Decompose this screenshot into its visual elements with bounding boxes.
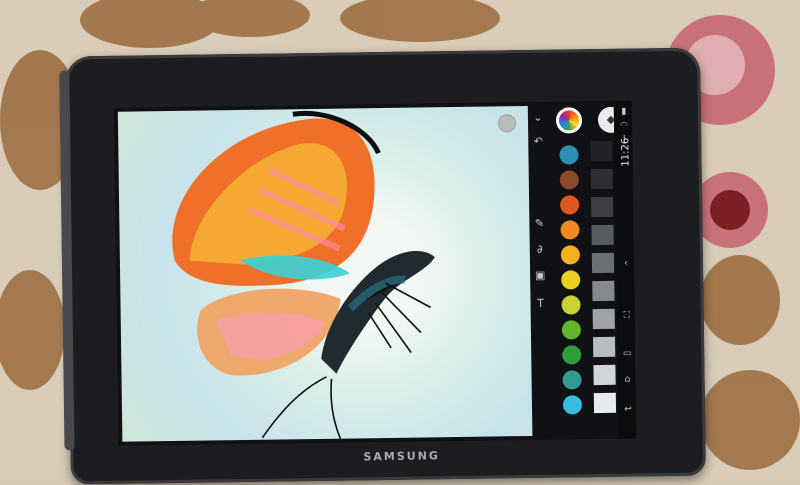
color-swatch[interactable] xyxy=(560,245,580,265)
grey-scale-cell[interactable] xyxy=(591,196,614,218)
color-swatch[interactable] xyxy=(560,220,580,240)
color-swatch[interactable] xyxy=(559,145,579,165)
grey-scale-cell[interactable] xyxy=(591,224,614,246)
color-palette xyxy=(550,101,595,440)
grey-scale-cell[interactable] xyxy=(593,392,617,414)
color-swatch[interactable] xyxy=(559,170,579,190)
color-swatch[interactable] xyxy=(562,345,582,365)
color-wheel-icon[interactable] xyxy=(555,107,583,134)
screenshot-icon[interactable]: ⛶ xyxy=(622,311,632,321)
grey-scale-cell[interactable] xyxy=(593,364,616,386)
tool-strip: ⌄ ↶ ✎ ∂ ▣ T xyxy=(528,106,553,436)
recent-apps-icon[interactable]: ▭ xyxy=(622,349,632,359)
drawing-canvas[interactable] xyxy=(117,105,533,442)
grey-scale-cell[interactable] xyxy=(592,280,615,302)
color-swatch[interactable] xyxy=(561,320,582,340)
wifi-icon: ◠ xyxy=(620,120,629,131)
grey-scale-cell[interactable] xyxy=(593,336,616,358)
grey-scale-cell[interactable] xyxy=(590,140,613,162)
grey-scale-cell[interactable] xyxy=(590,168,613,190)
grey-scale-cell[interactable] xyxy=(592,308,615,330)
color-swatch[interactable] xyxy=(561,295,581,315)
text-icon[interactable]: T xyxy=(532,296,548,312)
image-icon[interactable]: ▣ xyxy=(532,268,548,284)
status-time: 11:26 xyxy=(620,137,632,167)
color-swatch[interactable] xyxy=(562,395,583,415)
grey-scale-cell[interactable] xyxy=(591,252,615,274)
undo-icon[interactable]: ↶ xyxy=(530,134,546,150)
color-swatch[interactable] xyxy=(560,195,580,215)
tablet: ⌄ ↶ ✎ ∂ ▣ T ◆ ▮ ◠ ! 11:26 ‹ ⛶ ▭ ⌂ ↩ SAMS… xyxy=(59,47,706,485)
smudge-icon[interactable]: ∂ xyxy=(532,242,548,258)
home-icon[interactable]: ⌂ xyxy=(623,375,633,385)
return-icon[interactable]: ↩ xyxy=(623,405,633,415)
color-swatch[interactable] xyxy=(562,370,582,390)
battery-icon: ▮ xyxy=(621,106,627,117)
brush-icon[interactable]: ✎ xyxy=(531,216,547,232)
back-icon[interactable]: ‹ xyxy=(621,259,631,269)
butterfly-drawing xyxy=(172,110,435,439)
brand-logo: SAMSUNG xyxy=(363,449,440,464)
color-swatch[interactable] xyxy=(561,270,581,290)
opacity-scale[interactable] xyxy=(590,140,617,421)
tablet-screen: ⌄ ↶ ✎ ∂ ▣ T ◆ xyxy=(113,100,619,446)
chevron-down-icon[interactable]: ⌄ xyxy=(530,110,546,126)
